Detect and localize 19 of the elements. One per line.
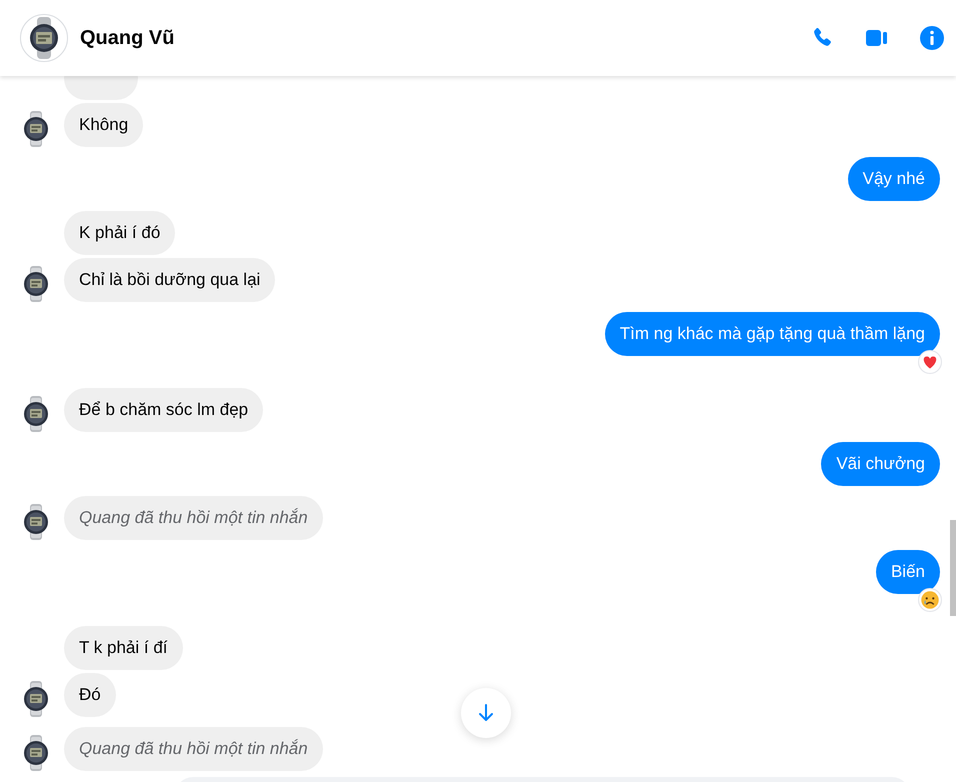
sad-face-reaction-icon [918, 588, 942, 612]
message-bubble: T k phải í đí [64, 626, 183, 670]
contact-name: Quang Vũ [80, 26, 174, 50]
message-bubble: Vãi chưởng [821, 442, 940, 486]
arrow-down-icon [476, 703, 496, 723]
message-bubble: Biến [876, 550, 940, 594]
message-bubble: K phải í đó [64, 211, 176, 255]
unsent-message: Quang đã thu hồi một tin nhắn [64, 496, 323, 540]
info-icon[interactable] [920, 26, 944, 50]
message-bubble: Đó [64, 673, 116, 717]
unsent-message: Quang đã thu hồi một tin nhắn [64, 727, 323, 771]
message-bubble: Để b chăm sóc lm đẹp [64, 388, 264, 432]
scrollbar-thumb[interactable] [950, 520, 956, 616]
message-bubble: Chỉ là bồi dưỡng qua lại [64, 258, 276, 302]
message-bubble: Không [64, 103, 144, 147]
message-bubble: Vậy nhé [848, 157, 940, 201]
heart-reaction-icon [918, 350, 942, 374]
scroll-down-button[interactable] [461, 688, 511, 738]
message-bubble: Tìm ng khác mà gặp tặng quà thầm lặng [604, 312, 940, 356]
